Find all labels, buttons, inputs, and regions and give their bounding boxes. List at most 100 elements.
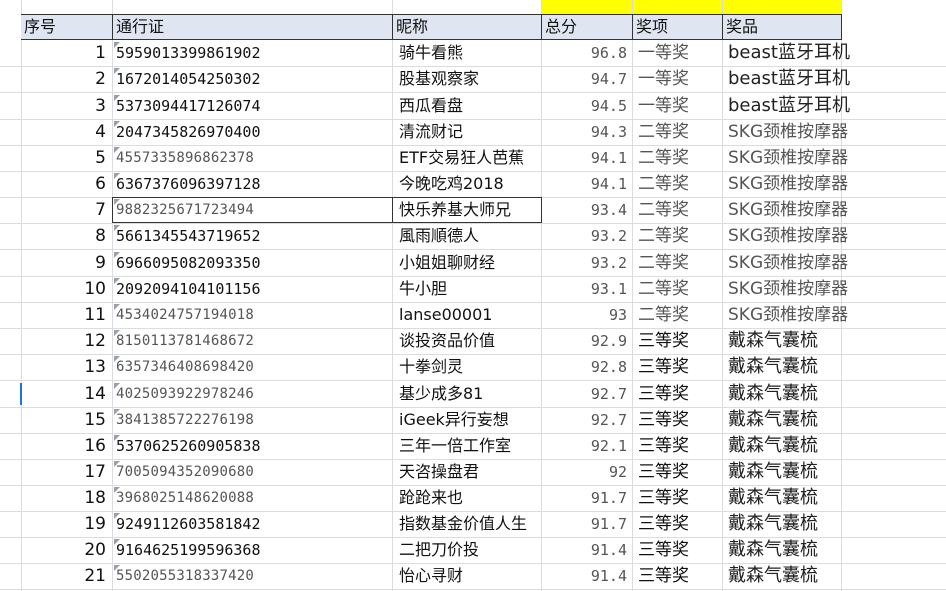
cell-seq[interactable]: 3	[21, 93, 112, 119]
cell-seq[interactable]: 18	[21, 485, 112, 511]
header-seq[interactable]: 序号	[21, 14, 112, 40]
cell-award[interactable]: 三等奖	[633, 511, 722, 537]
cell-seq[interactable]: 1	[21, 40, 112, 66]
cell-score[interactable]: 94.7	[542, 66, 632, 92]
cell-prize[interactable]: 戴森气囊梳	[723, 354, 863, 380]
cell-score[interactable]: 91.7	[542, 485, 632, 511]
header-award[interactable]: 奖项	[633, 14, 722, 40]
cell-pass-id[interactable]: 5373094417126074	[113, 93, 392, 119]
cell-score[interactable]: 94.5	[542, 93, 632, 119]
cell-award[interactable]: 三等奖	[633, 354, 722, 380]
cell-prize[interactable]: SKG颈椎按摩器	[723, 119, 863, 145]
cell-nickname[interactable]: 風雨順德人	[393, 223, 541, 249]
cell-pass-id[interactable]: 3841385722276198	[113, 407, 392, 433]
cell-prize[interactable]: 戴森气囊梳	[723, 563, 863, 589]
cell-pass-id[interactable]: 5959013399861902	[113, 40, 392, 66]
cell-pass-id[interactable]: 2092094104101156	[113, 276, 392, 302]
cell-pass-id[interactable]: 3968025148620088	[113, 485, 392, 511]
cell-prize[interactable]: beast蓝牙耳机	[723, 66, 863, 92]
cell-prize[interactable]: 戴森气囊梳	[723, 511, 863, 537]
cell-award[interactable]: 三等奖	[633, 459, 722, 485]
cell-nickname[interactable]: 跄跄来也	[393, 485, 541, 511]
cell-seq[interactable]: 13	[21, 354, 112, 380]
cell-award[interactable]: 三等奖	[633, 407, 722, 433]
cell-score[interactable]: 93	[542, 302, 632, 328]
cell-pass-id[interactable]: 6357346408698420	[113, 354, 392, 380]
cell-nickname[interactable]: 今晚吃鸡2018	[393, 171, 541, 197]
cell-prize[interactable]: beast蓝牙耳机	[723, 40, 863, 66]
cell-score[interactable]: 93.1	[542, 276, 632, 302]
cell-prize[interactable]: SKG颈椎按摩器	[723, 250, 863, 276]
cell-score[interactable]: 92	[542, 459, 632, 485]
cell-prize[interactable]: 戴森气囊梳	[723, 381, 863, 407]
cell-pass-id[interactable]: 4557335896862378	[113, 145, 392, 171]
cell-nickname[interactable]: 怡心寻财	[393, 563, 541, 589]
cell-prize[interactable]: SKG颈椎按摩器	[723, 223, 863, 249]
cell-seq[interactable]: 6	[21, 171, 112, 197]
cell-nickname[interactable]: iGeek异行妄想	[393, 407, 541, 433]
cell-nickname[interactable]: 二把刀价投	[393, 537, 541, 563]
cell-score[interactable]: 94.1	[542, 145, 632, 171]
cell-score[interactable]: 92.7	[542, 407, 632, 433]
cell-pass-id[interactable]: 9164625199596368	[113, 537, 392, 563]
cell-seq[interactable]: 2	[21, 66, 112, 92]
cell-seq[interactable]: 12	[21, 328, 112, 354]
cell-seq[interactable]: 4	[21, 119, 112, 145]
cell-award[interactable]: 三等奖	[633, 328, 722, 354]
cell-award[interactable]: 三等奖	[633, 485, 722, 511]
cell-nickname[interactable]: 骑牛看熊	[393, 40, 541, 66]
cell-award[interactable]: 一等奖	[633, 40, 722, 66]
cell-award[interactable]: 二等奖	[633, 119, 722, 145]
cell-nickname[interactable]: lanse00001	[393, 302, 541, 328]
cell-prize[interactable]: 戴森气囊梳	[723, 433, 863, 459]
header-prize[interactable]: 奖品	[723, 14, 841, 40]
cell-prize[interactable]: 戴森气囊梳	[723, 485, 863, 511]
cell-seq[interactable]: 7	[21, 197, 112, 223]
cell-prize[interactable]: SKG颈椎按摩器	[723, 145, 863, 171]
cell-pass-id[interactable]: 4025093922978246	[113, 381, 392, 407]
cell-score[interactable]: 94.1	[542, 171, 632, 197]
cell-score[interactable]: 91.4	[542, 563, 632, 589]
cell-score[interactable]: 96.8	[542, 40, 632, 66]
cell-seq[interactable]: 19	[21, 511, 112, 537]
cell-score[interactable]: 91.4	[542, 537, 632, 563]
cell-prize[interactable]: 戴森气囊梳	[723, 328, 863, 354]
cell-award[interactable]: 二等奖	[633, 171, 722, 197]
cell-pass-id[interactable]: 4534024757194018	[113, 302, 392, 328]
cell-seq[interactable]: 14	[21, 381, 112, 407]
cell-nickname[interactable]: 基少成多81	[393, 381, 541, 407]
cell-pass-id[interactable]: 8150113781468672	[113, 328, 392, 354]
cell-prize[interactable]: beast蓝牙耳机	[723, 93, 863, 119]
cell-score[interactable]: 92.1	[542, 433, 632, 459]
cell-pass-id[interactable]: 1672014054250302	[113, 66, 392, 92]
cell-score[interactable]: 92.7	[542, 381, 632, 407]
cell-seq[interactable]: 20	[21, 537, 112, 563]
cell-award[interactable]: 二等奖	[633, 223, 722, 249]
cell-seq[interactable]: 15	[21, 407, 112, 433]
cell-seq[interactable]: 9	[21, 250, 112, 276]
header-pass-id[interactable]: 通行证	[113, 14, 392, 40]
cell-award[interactable]: 二等奖	[633, 250, 722, 276]
cell-award[interactable]: 二等奖	[633, 197, 722, 223]
cell-nickname[interactable]: 小姐姐聊财经	[393, 250, 541, 276]
cell-award[interactable]: 一等奖	[633, 93, 722, 119]
cell-score[interactable]: 92.9	[542, 328, 632, 354]
cell-score[interactable]: 94.3	[542, 119, 632, 145]
cell-nickname[interactable]: 股基观察家	[393, 66, 541, 92]
cell-score[interactable]: 93.4	[542, 197, 632, 223]
cell-seq[interactable]: 17	[21, 459, 112, 485]
cell-award[interactable]: 三等奖	[633, 433, 722, 459]
cell-pass-id[interactable]: 7005094352090680	[113, 459, 392, 485]
cell-prize[interactable]: 戴森气囊梳	[723, 537, 863, 563]
cell-nickname[interactable]: 天咨操盘君	[393, 459, 541, 485]
cell-pass-id[interactable]: 6367376096397128	[113, 171, 392, 197]
cell-pass-id[interactable]: 5502055318337420	[113, 563, 392, 589]
cell-pass-id[interactable]: 5370625260905838	[113, 433, 392, 459]
cell-pass-id[interactable]: 6966095082093350	[113, 250, 392, 276]
cell-pass-id[interactable]: 9249112603581842	[113, 511, 392, 537]
cell-award[interactable]: 一等奖	[633, 66, 722, 92]
cell-seq[interactable]: 8	[21, 223, 112, 249]
cell-seq[interactable]: 21	[21, 563, 112, 589]
cell-nickname[interactable]: 指数基金价值人生	[393, 511, 541, 537]
cell-score[interactable]: 93.2	[542, 250, 632, 276]
